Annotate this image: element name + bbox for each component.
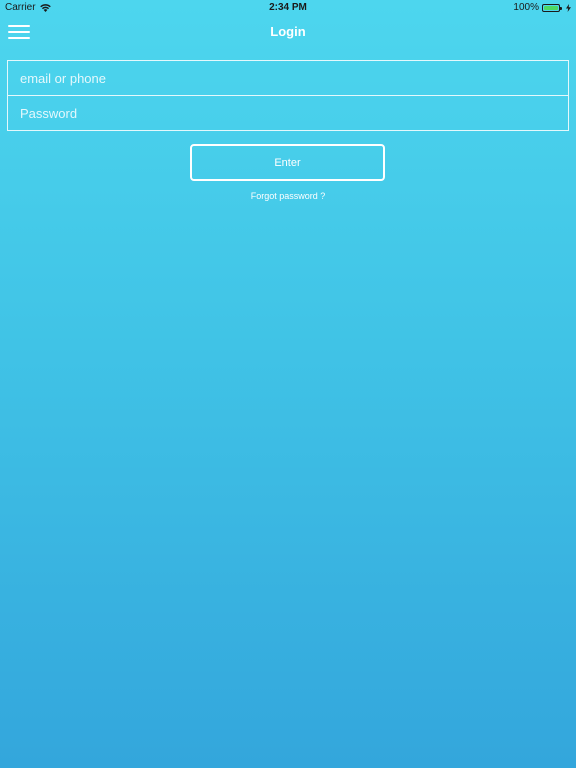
status-bar: Carrier 2:34 PM 100% xyxy=(0,0,576,16)
enter-button[interactable]: Enter xyxy=(190,144,385,181)
nav-bar: Login xyxy=(0,16,576,48)
status-right: 100% xyxy=(513,2,571,13)
status-time: 2:34 PM xyxy=(269,2,307,13)
login-screen: Carrier 2:34 PM 100% Login email or phon… xyxy=(0,0,576,768)
page-title: Login xyxy=(270,24,306,39)
battery-fill xyxy=(544,5,558,10)
battery-icon xyxy=(542,3,562,12)
forgot-password-link[interactable]: Forgot password ? xyxy=(0,191,576,201)
login-form xyxy=(7,60,569,131)
email-field[interactable] xyxy=(8,61,568,95)
password-field[interactable] xyxy=(8,96,568,130)
charging-bolt-icon xyxy=(566,3,571,12)
battery-percent: 100% xyxy=(513,2,539,13)
